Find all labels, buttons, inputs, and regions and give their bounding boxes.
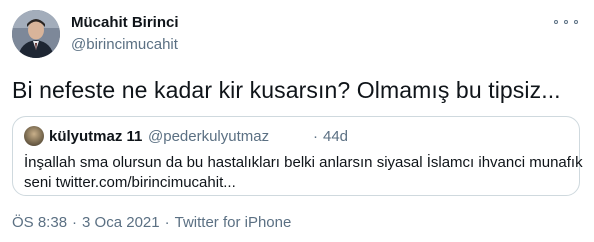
quoted-tweet-text-line: seni twitter.com/birincimucahit... <box>24 174 236 191</box>
meta-separator: · <box>164 214 170 231</box>
tweet-timestamp-time[interactable]: ÖS 8:38 <box>12 214 67 231</box>
quoted-separator: · <box>313 128 318 145</box>
quoted-tweet-card[interactable]: külyutmaz 11 @pederkulyutmaz · 44d İnşal… <box>12 116 583 196</box>
more-horizontal-icon <box>564 20 568 24</box>
tweet-timestamp-date[interactable]: 3 Oca 2021 <box>82 214 160 231</box>
more-horizontal-icon <box>574 20 578 24</box>
author-display-name[interactable]: Mücahit Birinci <box>71 14 179 31</box>
author-handle[interactable]: @birincimucahit <box>71 36 178 53</box>
avatar-image <box>12 10 60 58</box>
quoted-tweet-text: İnşallah sma olursun da bu hastalıkları … <box>24 153 583 193</box>
more-horizontal-icon <box>554 20 558 24</box>
quoted-author-display-name: külyutmaz 11 <box>49 128 143 145</box>
author-avatar[interactable] <box>12 10 60 58</box>
meta-separator: · <box>72 214 78 231</box>
tweet-source-link[interactable]: Twitter for iPhone <box>175 214 292 231</box>
quoted-tweet-text-line: İnşallah sma olursun da bu hastalıkları … <box>24 154 583 171</box>
quoted-tweet-time: 44d <box>323 128 349 145</box>
more-options-button[interactable] <box>554 12 578 32</box>
tweet-meta: ÖS 8:38 · 3 Oca 2021 · Twitter for iPhone <box>12 214 291 231</box>
quoted-author-handle: @pederkulyutmaz <box>148 128 270 145</box>
quoted-author-avatar <box>24 126 44 146</box>
tweet-text: Bi nefeste ne kadar kir kusarsın? Olmamı… <box>12 77 561 103</box>
